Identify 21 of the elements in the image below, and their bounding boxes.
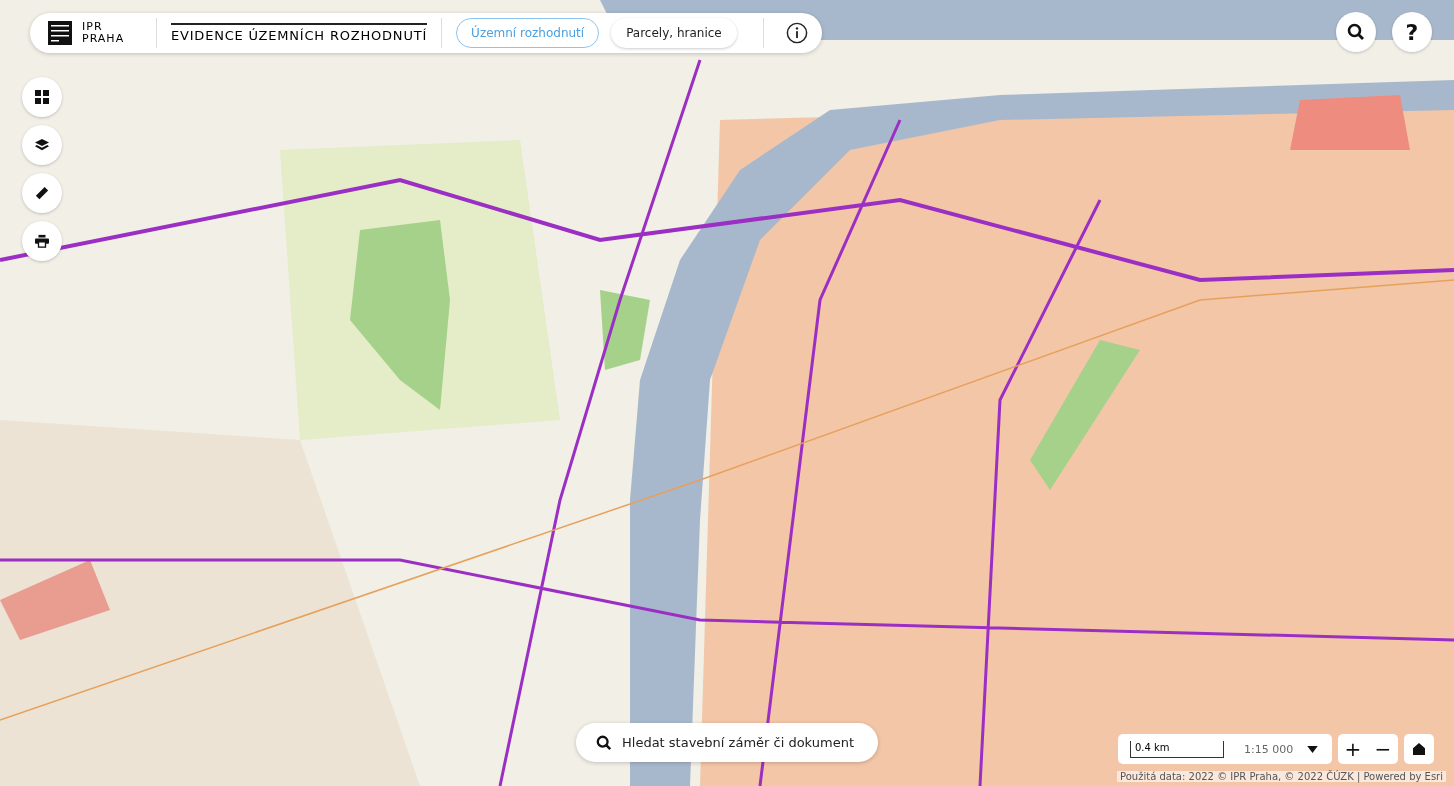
scale-dropdown[interactable]: 1:15 000 [1244,742,1319,756]
caret-icon [1307,745,1319,753]
home-button[interactable] [1404,734,1434,764]
info-icon[interactable] [785,22,808,44]
logo-icon [48,21,72,45]
brand-name: IPR [82,21,103,33]
printer-icon [35,234,49,248]
home-icon [1413,743,1425,755]
attribution: Použitá data: 2022 © IPR Praha, © 2022 ČÚZK | Powered by Esri [1117,771,1446,782]
scale-bar: 0.4 km [1130,740,1224,758]
zoom-out-button[interactable]: − [1368,734,1398,764]
search-field[interactable]: Hledat stavební záměr či dokument [576,723,878,762]
app-title: EVIDENCE ÚZEMNÍCH ROZHODNUTÍ [171,23,428,43]
ruler-icon [35,186,49,200]
grid-icon [35,90,49,104]
tab[interactable]: Parcely, hranice [611,18,737,48]
zoom-in-button[interactable]: + [1338,734,1368,764]
layers-icon [35,138,49,152]
brand-name: PRAHA [82,33,126,45]
search-icon [1347,23,1365,41]
search-icon [596,735,612,751]
